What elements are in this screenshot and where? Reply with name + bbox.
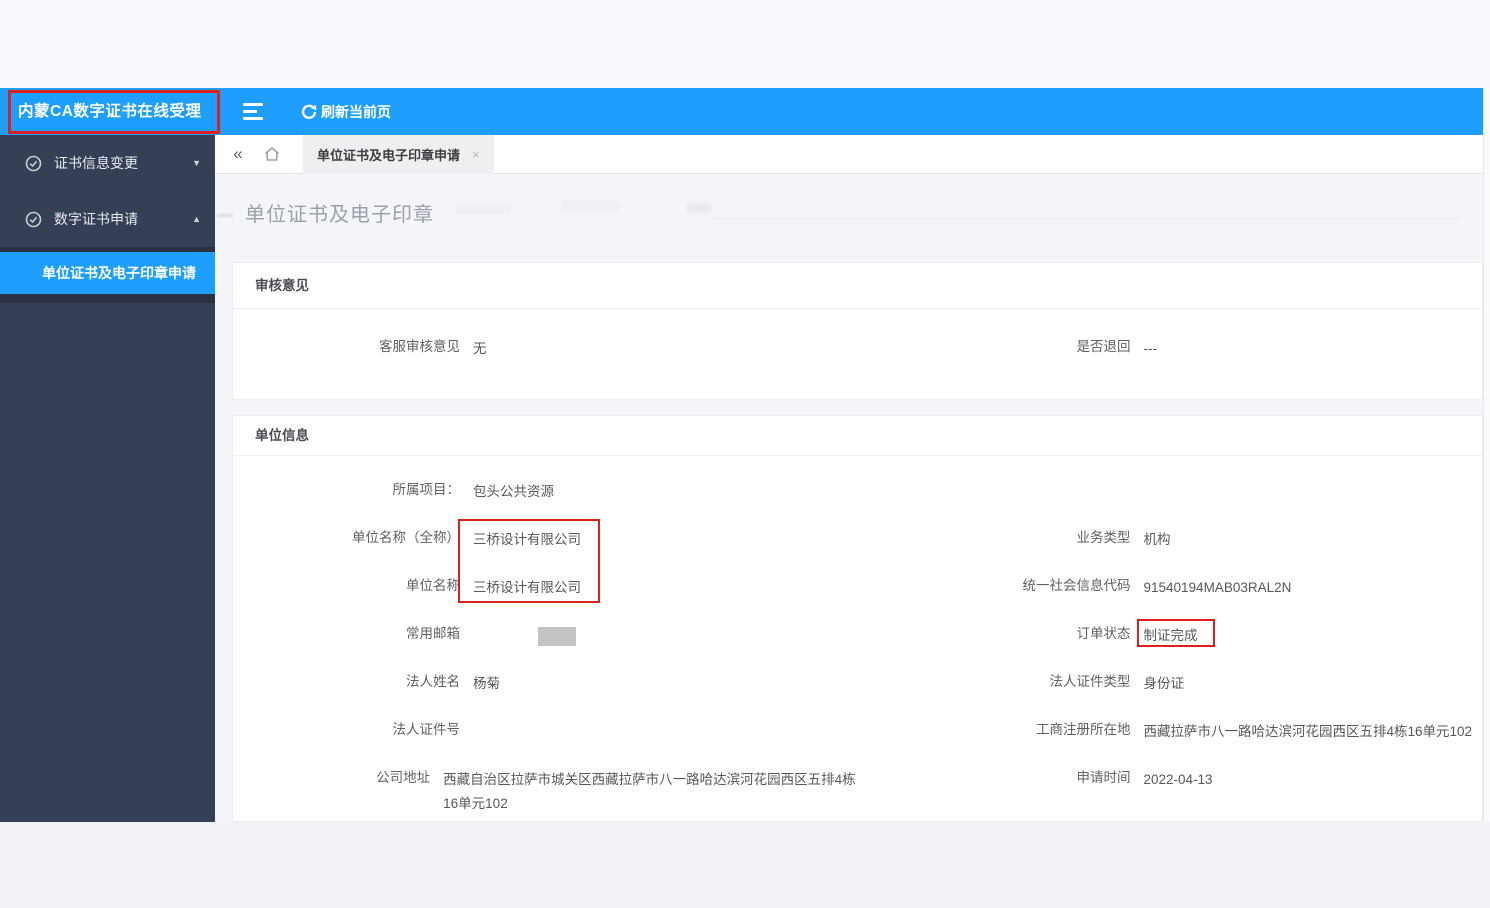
field-value-returned: --- [1143, 341, 1158, 356]
field-value-registered-location: 西藏拉萨市八一路哈达滨河花园西区五排4栋16单元102 [1143, 724, 1473, 739]
field-label-legal-id-type: 法人证件类型 [1049, 674, 1131, 689]
field-value-project: 包头公共资源 [473, 484, 554, 499]
field-label-social-credit-code: 统一社会信息代码 [1022, 578, 1131, 593]
page-title: 单位证书及电子印章 [245, 204, 434, 226]
chevron-up-icon: ▲ [192, 214, 201, 224]
field-value-apply-time: 2022-04-13 [1143, 772, 1213, 787]
hamburger-icon [243, 103, 263, 106]
review-fields-row: 客服审核意见 无 是否退回 --- [233, 323, 1482, 361]
field-label-service-review: 客服审核意见 [379, 339, 460, 354]
home-icon[interactable] [255, 145, 289, 163]
main-content: 单位证书及电子印章 审核意见 客服审核意见 无 是否退回 --- 单位信息 所属… [215, 174, 1483, 822]
redacted-value-block [538, 626, 576, 646]
tab-label: 单位证书及电子印章申请 [317, 147, 461, 163]
sidebar-item-label: 数字证书申请 [54, 211, 138, 227]
close-tab-icon[interactable]: × [472, 147, 480, 162]
certificate-check-icon [25, 211, 42, 228]
redaction-smudge [713, 218, 1461, 219]
field-label-registered-location: 工商注册所在地 [1036, 722, 1131, 737]
sidebar-item-label: 证书信息变更 [54, 155, 138, 171]
vertical-scrollbar[interactable] [1483, 88, 1490, 822]
field-label-returned: 是否退回 [1076, 339, 1131, 354]
collapse-tabs-icon[interactable]: « [221, 144, 255, 164]
field-label-business-type: 业务类型 [1076, 530, 1131, 545]
field-value-social-credit-code: 91540194MAB03RAL2N [1143, 580, 1292, 595]
annotation-box-order-status [1137, 619, 1215, 647]
sidebar-item-cert-info-change[interactable]: 证书信息变更 ▼ [0, 135, 215, 191]
tags-view-bar: « 单位证书及电子印章申请 × [215, 134, 1483, 174]
field-label-email: 常用邮箱 [406, 626, 460, 641]
table-row: 法人姓名 杨菊 法人证件类型 身份证 [233, 658, 1482, 706]
field-value-company-address: 西藏自治区拉萨市城关区西藏拉萨市八一路哈达滨河花园西区五排4栋16单元102 [443, 772, 856, 811]
refresh-page-button[interactable]: 刷新当前页 [300, 88, 391, 135]
field-label-apply-time: 申请时间 [1076, 770, 1131, 785]
sidebar-subitem-unit-cert-seal-apply[interactable]: 单位证书及电子印章申请 [0, 252, 215, 294]
redaction-smudge [217, 214, 233, 217]
field-value-business-type: 机构 [1143, 532, 1171, 547]
field-label-legal-name: 法人姓名 [406, 674, 460, 689]
redaction-smudge [560, 201, 620, 211]
table-row: 单位名称 三桥设计有限公司 统一社会信息代码 91540194MAB03RAL2… [233, 562, 1482, 610]
field-value-email [473, 610, 576, 648]
certificate-check-icon [25, 155, 42, 172]
redaction-smudge [687, 203, 711, 213]
field-value-service-review: 无 [473, 341, 487, 356]
page-top-margin [0, 0, 1490, 88]
tab-unit-cert-seal-apply[interactable]: 单位证书及电子印章申请 × [303, 134, 494, 174]
review-opinion-card: 审核意见 客服审核意见 无 是否退回 --- [232, 262, 1483, 400]
field-label-company-address: 公司地址 [376, 770, 431, 785]
field-value-legal-name: 杨菊 [473, 676, 500, 691]
refresh-icon [300, 103, 321, 121]
field-label-order-status: 订单状态 [1076, 626, 1131, 641]
field-label-legal-id-number: 法人证件号 [392, 722, 461, 737]
section-title-unit-info: 单位信息 [233, 416, 1482, 456]
table-row: 法人证件号 工商注册所在地 西藏拉萨市八一路哈达滨河花园西区五排4栋16单元10… [233, 706, 1482, 754]
sidebar-submenu: 单位证书及电子印章申请 [0, 247, 215, 303]
refresh-label: 刷新当前页 [321, 103, 391, 120]
top-navbar: 内蒙CA数字证书在线受理 刷新当前页 [0, 88, 1483, 135]
section-title-review: 审核意见 [233, 263, 1482, 309]
field-label-project: 所属项目： [392, 482, 461, 497]
redaction-smudge [455, 205, 511, 214]
table-row: 常用邮箱 订单状态 制证完成 [233, 610, 1482, 658]
annotation-box-brand [8, 90, 220, 134]
field-label-unit-name: 单位名称 [406, 578, 460, 593]
chevron-down-icon: ▼ [192, 158, 201, 168]
unit-info-card: 单位信息 所属项目： 包头公共资源 单位名称（全称） 三桥设计有限公司 业务类型… [232, 415, 1483, 822]
field-value-legal-id-type: 身份证 [1143, 676, 1185, 691]
sidebar: 证书信息变更 ▼ 数字证书申请 ▲ 单位证书及电子印章申请 [0, 135, 215, 822]
sidebar-item-digital-cert-apply[interactable]: 数字证书申请 ▲ [0, 191, 215, 247]
annotation-box-unit-name [458, 519, 600, 603]
table-row: 公司地址 西藏自治区拉萨市城关区西藏拉萨市八一路哈达滨河花园西区五排4栋16单元… [233, 754, 1482, 816]
table-row: 所属项目： 包头公共资源 [233, 466, 1482, 514]
field-label-unit-fullname: 单位名称（全称） [352, 530, 460, 545]
table-row: 单位名称（全称） 三桥设计有限公司 业务类型 机构 [233, 514, 1482, 562]
sidebar-collapse-button[interactable] [243, 103, 265, 120]
